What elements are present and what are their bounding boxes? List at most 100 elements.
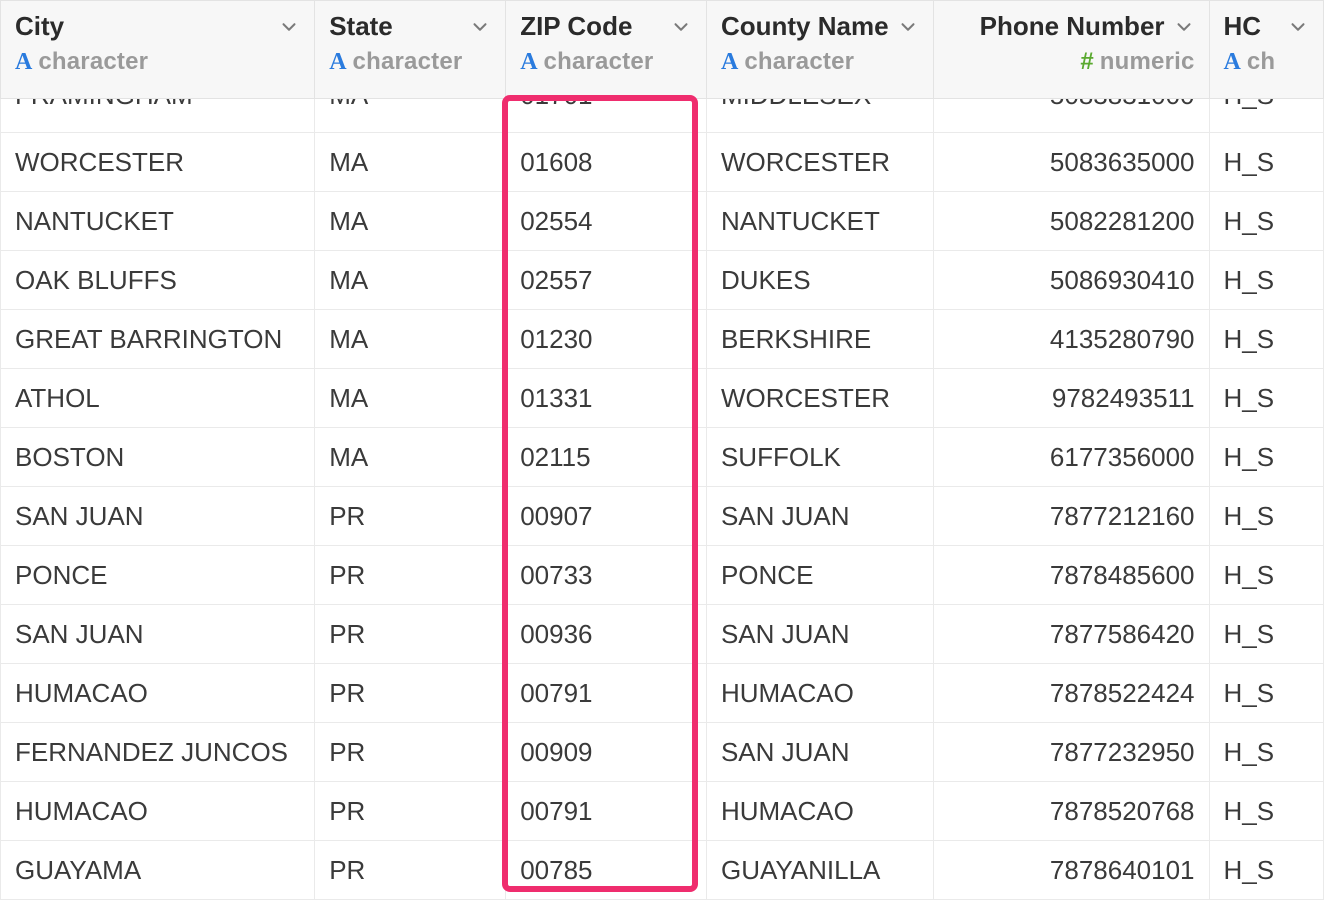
cell-hc[interactable]: H_S [1209, 782, 1323, 841]
cell-hc[interactable]: H_S [1209, 605, 1323, 664]
cell-zip[interactable]: 00791 [506, 782, 707, 841]
chevron-down-icon[interactable] [278, 16, 300, 38]
table-row[interactable]: NANTUCKETMA02554NANTUCKET5082281200H_S [1, 192, 1324, 251]
cell-phone[interactable]: 5083831000 [933, 99, 1209, 133]
cell-state[interactable]: MA [315, 251, 506, 310]
cell-phone[interactable]: 5083635000 [933, 133, 1209, 192]
cell-phone[interactable]: 9782493511 [933, 369, 1209, 428]
chevron-down-icon[interactable] [1173, 16, 1195, 38]
cell-state[interactable]: PR [315, 782, 506, 841]
table-row[interactable]: HUMACAOPR00791HUMACAO7878522424H_S [1, 664, 1324, 723]
cell-county[interactable]: DUKES [706, 251, 933, 310]
cell-phone[interactable]: 5086930410 [933, 251, 1209, 310]
cell-hc[interactable]: H_S [1209, 546, 1323, 605]
cell-state[interactable]: MA [315, 99, 506, 133]
cell-phone[interactable]: 4135280790 [933, 310, 1209, 369]
cell-phone[interactable]: 7877586420 [933, 605, 1209, 664]
cell-phone[interactable]: 7878520768 [933, 782, 1209, 841]
chevron-down-icon[interactable] [670, 16, 692, 38]
cell-city[interactable]: FERNANDEZ JUNCOS [1, 723, 315, 782]
table-row[interactable]: PONCEPR00733PONCE7878485600H_S [1, 546, 1324, 605]
cell-city[interactable]: HUMACAO [1, 782, 315, 841]
cell-city[interactable]: FRAMINGHAM [1, 99, 315, 133]
table-row[interactable]: WORCESTERMA01608WORCESTER5083635000H_S [1, 133, 1324, 192]
cell-hc[interactable]: H_S [1209, 133, 1323, 192]
cell-state[interactable]: PR [315, 487, 506, 546]
cell-state[interactable]: MA [315, 192, 506, 251]
cell-hc[interactable]: H_S [1209, 251, 1323, 310]
table-row[interactable]: FERNANDEZ JUNCOSPR00909SAN JUAN787723295… [1, 723, 1324, 782]
cell-hc[interactable]: H_S [1209, 664, 1323, 723]
column-header-county[interactable]: County NameAcharacter [706, 1, 933, 99]
chevron-down-icon[interactable] [1287, 16, 1309, 38]
cell-city[interactable]: SAN JUAN [1, 487, 315, 546]
cell-hc[interactable]: H_S [1209, 99, 1323, 133]
cell-city[interactable]: WORCESTER [1, 133, 315, 192]
table-row[interactable]: ATHOLMA01331WORCESTER9782493511H_S [1, 369, 1324, 428]
cell-state[interactable]: MA [315, 428, 506, 487]
cell-county[interactable]: SUFFOLK [706, 428, 933, 487]
column-header-state[interactable]: StateAcharacter [315, 1, 506, 99]
cell-county[interactable]: HUMACAO [706, 664, 933, 723]
cell-city[interactable]: HUMACAO [1, 664, 315, 723]
cell-hc[interactable]: H_S [1209, 841, 1323, 900]
chevron-down-icon[interactable] [897, 16, 919, 38]
cell-zip[interactable]: 00907 [506, 487, 707, 546]
cell-county[interactable]: SAN JUAN [706, 723, 933, 782]
cell-zip[interactable]: 00936 [506, 605, 707, 664]
cell-phone[interactable]: 7878485600 [933, 546, 1209, 605]
cell-zip[interactable]: 01230 [506, 310, 707, 369]
cell-hc[interactable]: H_S [1209, 192, 1323, 251]
cell-phone[interactable]: 7877232950 [933, 723, 1209, 782]
table-row[interactable]: FRAMINGHAMMA01701MIDDLESEX5083831000H_S [1, 99, 1324, 133]
cell-city[interactable]: PONCE [1, 546, 315, 605]
cell-hc[interactable]: H_S [1209, 723, 1323, 782]
cell-state[interactable]: MA [315, 133, 506, 192]
cell-state[interactable]: PR [315, 841, 506, 900]
cell-county[interactable]: MIDDLESEX [706, 99, 933, 133]
cell-phone[interactable]: 7878640101 [933, 841, 1209, 900]
cell-phone[interactable]: 7878522424 [933, 664, 1209, 723]
cell-city[interactable]: GUAYAMA [1, 841, 315, 900]
cell-county[interactable]: NANTUCKET [706, 192, 933, 251]
cell-county[interactable]: SAN JUAN [706, 487, 933, 546]
cell-county[interactable]: HUMACAO [706, 782, 933, 841]
cell-phone[interactable]: 6177356000 [933, 428, 1209, 487]
cell-state[interactable]: PR [315, 546, 506, 605]
table-row[interactable]: HUMACAOPR00791HUMACAO7878520768H_S [1, 782, 1324, 841]
table-row[interactable]: SAN JUANPR00936SAN JUAN7877586420H_S [1, 605, 1324, 664]
cell-city[interactable]: BOSTON [1, 428, 315, 487]
cell-zip[interactable]: 00785 [506, 841, 707, 900]
cell-hc[interactable]: H_S [1209, 487, 1323, 546]
table-row[interactable]: BOSTONMA02115SUFFOLK6177356000H_S [1, 428, 1324, 487]
cell-hc[interactable]: H_S [1209, 428, 1323, 487]
cell-county[interactable]: PONCE [706, 546, 933, 605]
cell-county[interactable]: WORCESTER [706, 369, 933, 428]
cell-city[interactable]: GREAT BARRINGTON [1, 310, 315, 369]
cell-state[interactable]: PR [315, 723, 506, 782]
cell-city[interactable]: NANTUCKET [1, 192, 315, 251]
cell-hc[interactable]: H_S [1209, 310, 1323, 369]
cell-zip[interactable]: 00791 [506, 664, 707, 723]
cell-county[interactable]: SAN JUAN [706, 605, 933, 664]
column-header-city[interactable]: CityAcharacter [1, 1, 315, 99]
cell-zip[interactable]: 01331 [506, 369, 707, 428]
column-header-zip[interactable]: ZIP CodeAcharacter [506, 1, 707, 99]
table-row[interactable]: SAN JUANPR00907SAN JUAN7877212160H_S [1, 487, 1324, 546]
cell-zip[interactable]: 01701 [506, 99, 707, 133]
table-row[interactable]: GUAYAMAPR00785GUAYANILLA7878640101H_S [1, 841, 1324, 900]
cell-zip[interactable]: 02557 [506, 251, 707, 310]
column-header-hc[interactable]: HCAch [1209, 1, 1323, 99]
cell-zip[interactable]: 00909 [506, 723, 707, 782]
chevron-down-icon[interactable] [469, 16, 491, 38]
cell-zip[interactable]: 02554 [506, 192, 707, 251]
cell-state[interactable]: MA [315, 369, 506, 428]
cell-zip[interactable]: 01608 [506, 133, 707, 192]
cell-county[interactable]: BERKSHIRE [706, 310, 933, 369]
cell-city[interactable]: SAN JUAN [1, 605, 315, 664]
cell-county[interactable]: GUAYANILLA [706, 841, 933, 900]
table-row[interactable]: GREAT BARRINGTONMA01230BERKSHIRE41352807… [1, 310, 1324, 369]
cell-city[interactable]: OAK BLUFFS [1, 251, 315, 310]
cell-state[interactable]: PR [315, 605, 506, 664]
cell-phone[interactable]: 5082281200 [933, 192, 1209, 251]
